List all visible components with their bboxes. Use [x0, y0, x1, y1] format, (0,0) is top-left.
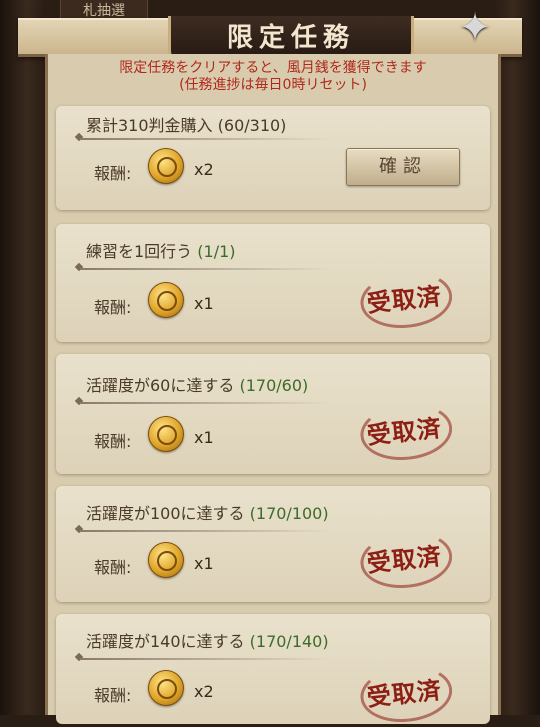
claimed-stamp: 受取済: [353, 659, 455, 727]
divider: [80, 402, 330, 404]
reward-quantity: x1: [194, 294, 214, 313]
task-name: 活躍度が140に達する: [86, 632, 245, 651]
reward-label: 報酬:: [94, 164, 132, 183]
notice-text: 限定任務をクリアすると、風月銭を獲得できます (任務進捗は毎日0時リセット): [48, 60, 498, 94]
reward-label: 報酬:: [94, 686, 132, 705]
confirm-button[interactable]: 確認: [346, 148, 460, 186]
task-card: 活躍度が100に達する (170/100) 報酬: x1 受取済: [56, 486, 490, 602]
divider: [80, 530, 330, 532]
task-title: 活躍度が140に達する (170/140): [86, 628, 329, 652]
task-title: 活躍度が60に達する (170/60): [86, 372, 308, 396]
task-progress: (170/60): [239, 376, 309, 395]
task-name: 活躍度が100に達する: [86, 504, 245, 523]
task-progress: (1/1): [197, 242, 236, 261]
task-card: 活躍度が140に達する (170/140) 報酬: x2 受取済: [56, 614, 490, 727]
task-card: 累計310判金購入 (60/310) 報酬: x2 確認: [56, 106, 490, 210]
reward-quantity: x1: [194, 554, 214, 573]
reward-label: 報酬:: [94, 558, 132, 577]
task-progress: (170/140): [249, 632, 329, 651]
coin-icon: [148, 282, 184, 318]
reward-label: 報酬:: [94, 432, 132, 451]
divider: [80, 138, 330, 140]
reward-quantity: x2: [194, 160, 214, 179]
background-left: [0, 0, 45, 715]
task-title: 累計310判金購入 (60/310): [86, 112, 286, 136]
task-card: 練習を1回行う (1/1) 報酬: x1 受取済: [56, 224, 490, 342]
divider: [80, 658, 330, 660]
notice-line2: (任務進捗は毎日0時リセット): [179, 77, 367, 93]
coin-icon: [148, 416, 184, 452]
divider: [80, 268, 330, 270]
reward-label: 報酬:: [94, 298, 132, 317]
background-right: [495, 0, 540, 715]
claimed-stamp: 受取済: [353, 397, 455, 465]
task-name: 活躍度が60に達する: [86, 376, 235, 395]
task-progress: (170/100): [249, 504, 329, 523]
task-card: 活躍度が60に達する (170/60) 報酬: x1 受取済: [56, 354, 490, 474]
task-name: 練習を1回行う: [86, 242, 193, 261]
coin-icon: [148, 542, 184, 578]
shuriken-icon[interactable]: ✦: [453, 6, 497, 50]
claimed-stamp: 受取済: [353, 265, 455, 333]
coin-icon: [148, 148, 184, 184]
coin-icon: [148, 670, 184, 706]
task-name: 累計310判金購入: [86, 116, 213, 135]
reward-quantity: x1: [194, 428, 214, 447]
notice-line1: 限定任務をクリアすると、風月銭を獲得できます: [119, 60, 427, 76]
task-progress: (60/310): [217, 116, 287, 135]
claimed-stamp: 受取済: [353, 525, 455, 593]
reward-quantity: x2: [194, 682, 214, 701]
task-title: 練習を1回行う (1/1): [86, 238, 236, 262]
task-panel: 限定任務をクリアすると、風月銭を獲得できます (任務進捗は毎日0時リセット) 累…: [45, 54, 501, 727]
task-title: 活躍度が100に達する (170/100): [86, 500, 329, 524]
header-bar: 限定任務: [18, 16, 522, 65]
